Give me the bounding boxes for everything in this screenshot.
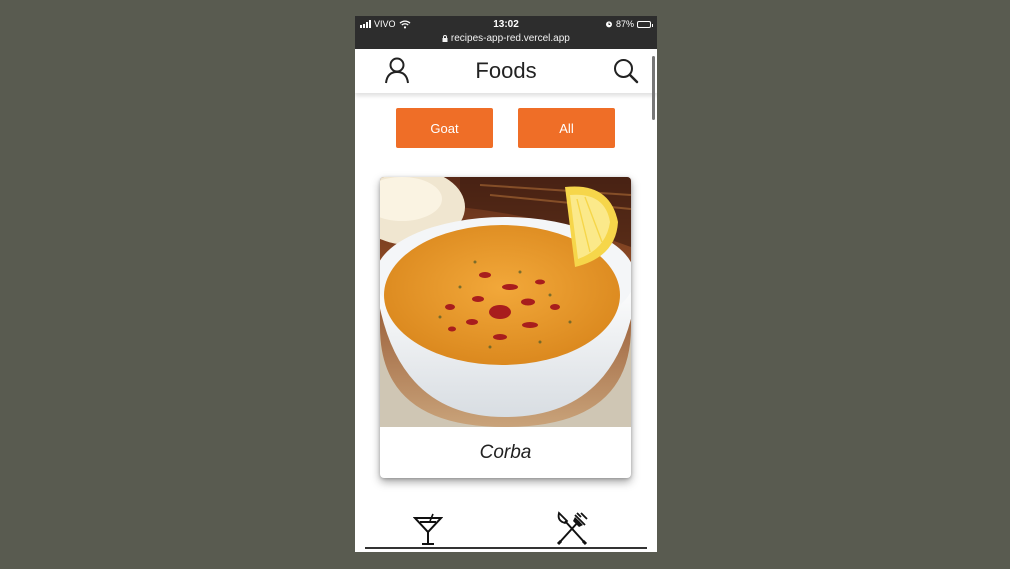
- drinks-nav-button[interactable]: [412, 512, 444, 551]
- search-button[interactable]: [612, 57, 640, 90]
- filter-button-all[interactable]: All: [518, 108, 615, 148]
- foods-nav-button[interactable]: [555, 511, 589, 552]
- lock-icon: [442, 35, 448, 42]
- battery-group: 87%: [605, 19, 653, 29]
- battery-percent: 87%: [615, 19, 634, 29]
- recipe-image: [380, 177, 631, 427]
- fork-knife-icon: [556, 511, 588, 546]
- phone-screen: VIVO 13:02 87% recipes-app-red.vercel.ap…: [355, 16, 657, 552]
- search-icon: [614, 59, 639, 84]
- recipe-card[interactable]: Corba: [380, 177, 631, 478]
- app-header: Foods: [355, 49, 657, 93]
- alarm-icon: [605, 21, 612, 28]
- url-text: recipes-app-red.vercel.app: [450, 33, 570, 44]
- battery-icon: [637, 20, 653, 28]
- address-bar[interactable]: recipes-app-red.vercel.app: [355, 33, 657, 44]
- home-indicator: [365, 547, 647, 549]
- filter-button-goat[interactable]: Goat: [396, 108, 493, 148]
- status-bar: VIVO 13:02 87% recipes-app-red.vercel.ap…: [355, 16, 657, 49]
- bottom-nav: [355, 506, 657, 552]
- scrollbar[interactable]: [652, 56, 655, 120]
- recipe-name: Corba: [479, 442, 532, 463]
- drink-icon: [412, 513, 444, 545]
